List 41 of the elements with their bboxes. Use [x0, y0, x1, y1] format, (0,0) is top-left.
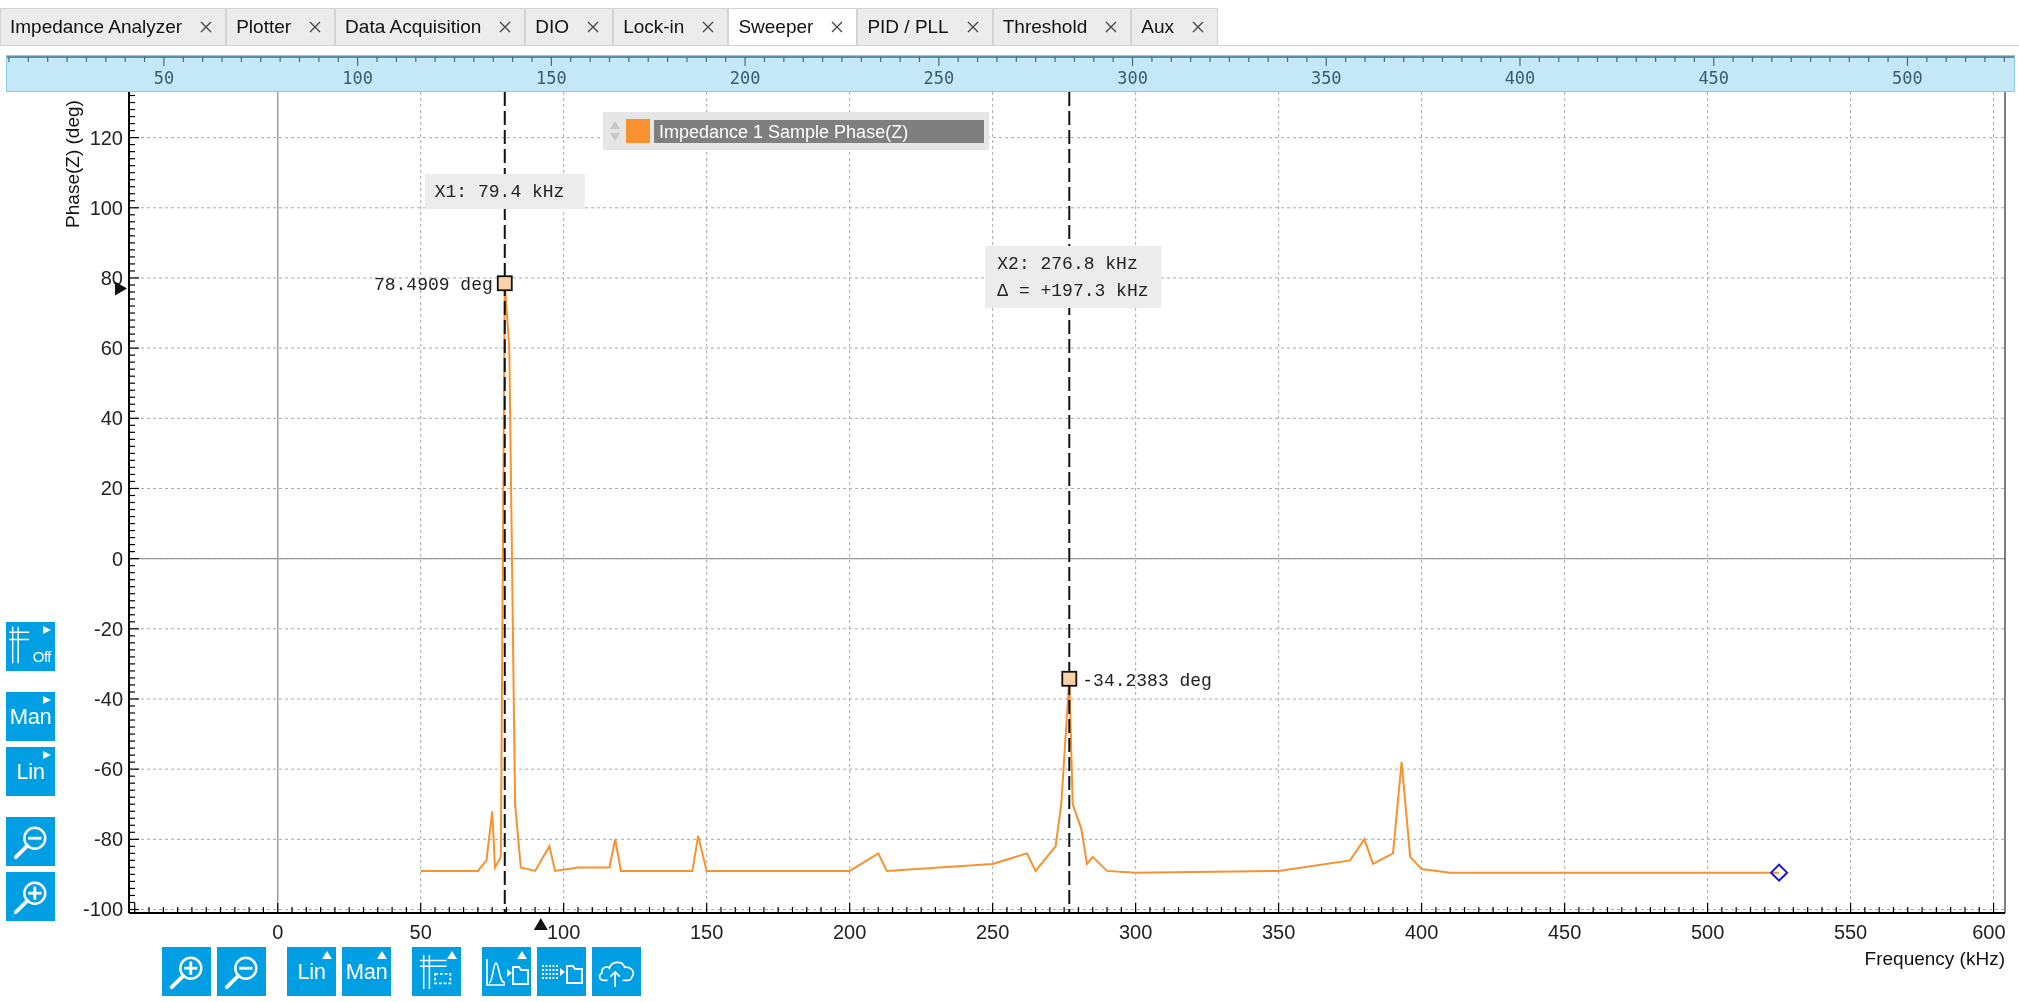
overview-tick-label: 350 [1310, 68, 1342, 88]
axis-tick-label: 100 [547, 921, 581, 943]
axis-tick-label: -40 [94, 688, 123, 710]
axis-tick-label: 150 [690, 921, 724, 943]
cursor-value-label: -34.2383 deg [1082, 670, 1212, 691]
overview-tick-label: 200 [729, 68, 761, 88]
axis-tick-label: 40 [100, 407, 123, 430]
axis-tick-label: 300 [1118, 921, 1153, 943]
axis-tick-label: 120 [89, 126, 123, 149]
overview-tick-label: 400 [1504, 68, 1536, 88]
overview-tick-label: 450 [1698, 68, 1730, 88]
cursor-label: X2: 276.8 kHz [997, 254, 1138, 274]
axis-tick-label: -60 [94, 758, 123, 781]
axis-tick-label: -80 [94, 828, 123, 851]
axis-tick-label: 60 [100, 337, 123, 360]
axis-tick-label: 0 [272, 921, 284, 943]
axis-tick-label: 600 [1972, 921, 2006, 943]
axis-tick-label: 50 [409, 921, 432, 943]
axis-tick-label: 20 [100, 477, 123, 500]
axis-tick-label: 400 [1404, 921, 1439, 943]
overview-tick-label: 50 [153, 68, 175, 88]
overview-tick-label: 500 [1892, 68, 1923, 88]
axis-tick-label: -20 [94, 617, 123, 640]
axis-tick-label: 0 [111, 547, 123, 570]
axis-tick-label: 450 [1547, 921, 1582, 943]
x-axis-title: Frequency (kHz) [1864, 948, 2005, 970]
axis-tick-label: -100 [82, 898, 123, 921]
axis-tick-label: 200 [832, 921, 867, 943]
cursor-value-label: 78.4909 deg [373, 275, 493, 296]
axis-tick-label: 100 [89, 196, 123, 219]
overview-tick-label: 100 [342, 68, 373, 88]
axis-tick-label: 250 [975, 921, 1010, 943]
axis-tick-label: 500 [1690, 921, 1725, 943]
cursor-label: X1: 79.4 kHz [434, 182, 565, 202]
overview-tick-label: 150 [536, 68, 567, 88]
cursor-label: Δ = +197.3 kHz [997, 281, 1149, 301]
overview-tick-label: 300 [1117, 68, 1148, 88]
overview-tick-label: 250 [923, 68, 955, 88]
y-axis-title: Phase(Z) (deg) [62, 100, 83, 228]
axis-tick-label: 550 [1833, 921, 1868, 943]
axis-tick-label: 350 [1261, 921, 1296, 943]
